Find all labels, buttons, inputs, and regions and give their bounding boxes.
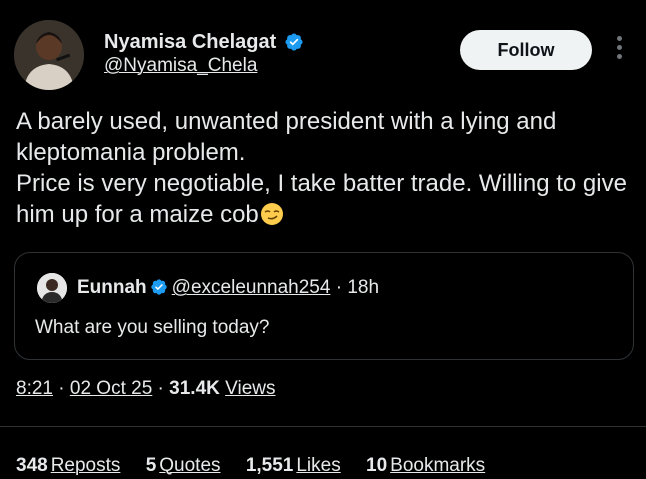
views-label[interactable]: Views bbox=[225, 378, 275, 399]
quoted-author-handle[interactable]: @exceleunnah254 bbox=[172, 277, 331, 298]
quoted-tweet-text: What are you selling today? bbox=[35, 317, 270, 338]
quoted-author-avatar[interactable] bbox=[37, 273, 67, 303]
verified-badge-icon bbox=[150, 279, 167, 295]
stat-quotes[interactable]: 5 Quotes bbox=[146, 455, 221, 477]
tweet-meta: 8:21 · 02 Oct 25 · 31.4K Views bbox=[16, 378, 275, 400]
follow-button[interactable]: Follow bbox=[460, 30, 592, 70]
tweet-time[interactable]: 8:21 bbox=[16, 378, 53, 399]
author-handle[interactable]: @Nyamisa_Chela bbox=[104, 55, 304, 77]
stat-bookmarks[interactable]: 10 Bookmarks bbox=[366, 455, 485, 477]
tweet-date[interactable]: 02 Oct 25 bbox=[70, 378, 152, 399]
quoted-tweet-time[interactable]: 18h bbox=[347, 277, 379, 298]
views-count: 31.4K bbox=[169, 378, 220, 399]
tweet-line: Price is very negotiable, I take batter … bbox=[16, 170, 627, 228]
more-vertical-icon[interactable] bbox=[612, 36, 626, 66]
quoted-tweet[interactable]: Eunnah @exceleunnah254 · 18h What are yo… bbox=[14, 252, 634, 360]
divider bbox=[0, 426, 646, 427]
tweet-header: Nyamisa Chelagat @Nyamisa_Chela Follow bbox=[14, 18, 634, 92]
engagement-stats: 348 Reposts 5 Quotes 1,551 Likes 10 Bookmark… bbox=[16, 455, 505, 477]
author-name-block: Nyamisa Chelagat @Nyamisa_Chela bbox=[104, 30, 304, 77]
tweet-text: A barely used, unwanted president with a… bbox=[16, 106, 631, 230]
quoted-author-name[interactable]: Eunnah bbox=[77, 277, 147, 298]
separator-dot: · bbox=[58, 378, 65, 399]
separator-dot: · bbox=[157, 378, 164, 399]
smirking-face-emoji-icon bbox=[260, 203, 283, 225]
tweet-line: A barely used, unwanted president with a… bbox=[16, 108, 557, 166]
separator-dot: · bbox=[335, 277, 343, 298]
quoted-tweet-header: Eunnah @exceleunnah254 · 18h bbox=[77, 277, 379, 299]
stat-likes[interactable]: 1,551 Likes bbox=[246, 455, 341, 477]
author-avatar[interactable] bbox=[14, 20, 84, 90]
author-display-name[interactable]: Nyamisa Chelagat bbox=[104, 30, 276, 54]
stat-reposts[interactable]: 348 Reposts bbox=[16, 455, 120, 477]
verified-badge-icon bbox=[285, 33, 303, 51]
